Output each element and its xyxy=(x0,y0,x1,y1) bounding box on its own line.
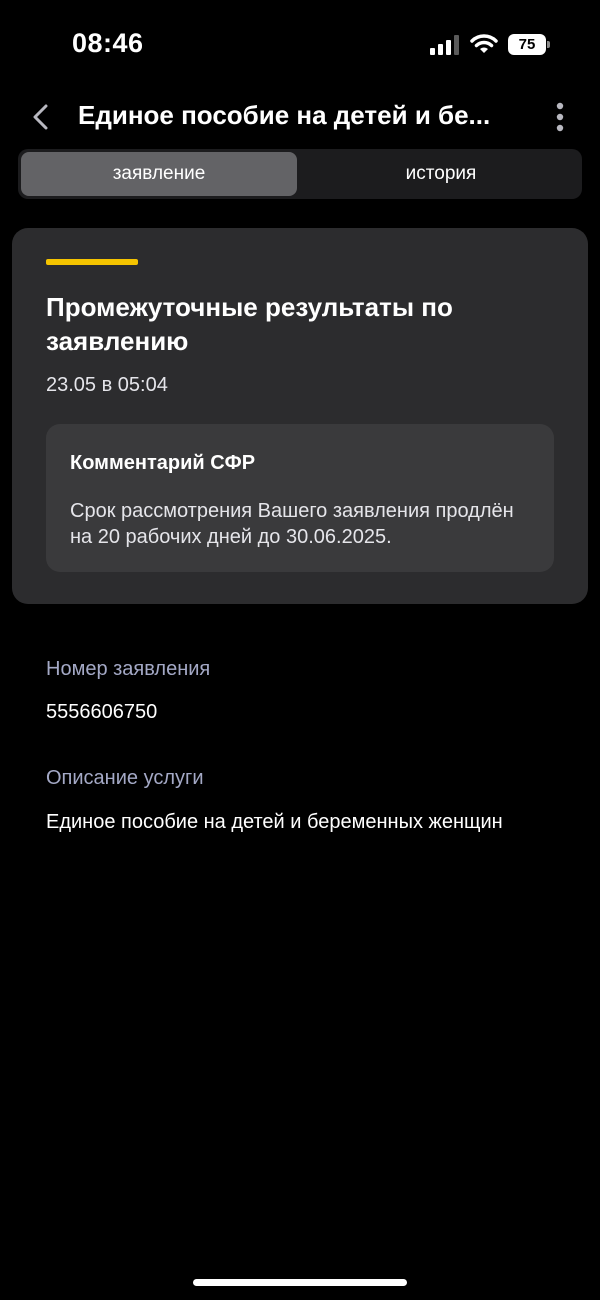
status-bar: 08:46 75 xyxy=(0,0,600,90)
application-number-label: Номер заявления xyxy=(46,658,211,680)
comment-text: Срок рассмотрения Вашего заявления продл… xyxy=(70,500,514,548)
page-title: Единое пособие на детей и бе... xyxy=(78,100,491,130)
status-card: Промежуточные результаты по заявлению 23… xyxy=(12,228,588,604)
comment-title: Комментарий СФР xyxy=(70,452,256,474)
tab-history[interactable]: история xyxy=(303,152,579,196)
service-description-label: Описание услуги xyxy=(46,767,204,789)
cellular-signal-icon xyxy=(430,35,459,55)
service-description-value: Единое пособие на детей и беременных жен… xyxy=(46,811,503,833)
comment-box: Комментарий СФР Срок рассмотрения Вашего… xyxy=(46,424,554,572)
chevron-left-icon[interactable] xyxy=(26,102,56,132)
tab-application[interactable]: заявление xyxy=(21,152,297,196)
status-date: 23.05 в 05:04 xyxy=(46,374,168,396)
tab-switcher: заявление история xyxy=(18,149,582,199)
application-number-value: 5556606750 xyxy=(46,701,158,723)
nav-bar: Единое пособие на детей и бе... xyxy=(0,90,600,145)
status-time: 08:46 xyxy=(72,28,144,58)
vertical-dots-icon[interactable] xyxy=(550,102,570,132)
status-accent-bar xyxy=(46,259,138,265)
wifi-icon xyxy=(470,34,498,53)
status-title: Промежуточные результаты по заявлению xyxy=(46,292,453,356)
battery-level: 75 xyxy=(508,34,546,55)
home-indicator[interactable] xyxy=(193,1279,407,1286)
battery-icon: 75 xyxy=(508,34,550,55)
